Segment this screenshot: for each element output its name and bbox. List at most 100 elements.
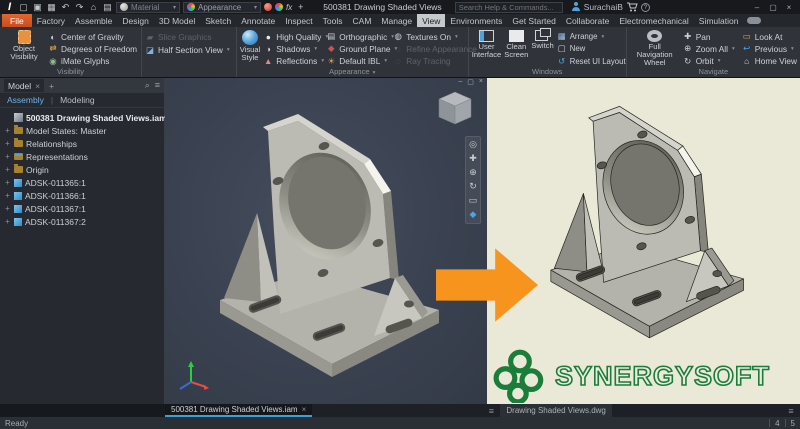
orbit-button[interactable]: ↻ Orbit ▾ — [683, 56, 739, 67]
nav-pan-icon[interactable]: ✚ — [469, 154, 477, 164]
restore-button[interactable]: ▢ — [766, 3, 780, 12]
add-browser-tab-button[interactable]: + — [49, 81, 54, 91]
minimize-button[interactable]: – — [750, 3, 764, 12]
degrees-of-freedom-button[interactable]: ⇄ Degrees of Freedom — [48, 43, 137, 54]
expand-icon[interactable]: + — [4, 191, 11, 200]
tree-item-model-states[interactable]: + Model States: Master — [0, 124, 164, 137]
search-icon[interactable]: ⌕ — [145, 80, 150, 91]
tab-assemble[interactable]: Assemble — [70, 14, 117, 27]
doc-close-button[interactable]: × — [479, 78, 483, 86]
close-icon[interactable]: × — [35, 81, 40, 91]
nav-wheel-icon[interactable]: ◎ — [469, 140, 477, 150]
expand-icon[interactable]: + — [4, 152, 11, 161]
doc-minimize-button[interactable]: – — [458, 78, 462, 86]
tree-item-part-4[interactable]: + ADSK-011367:2 — [0, 215, 164, 228]
object-visibility-button[interactable]: Object Visibility — [3, 29, 45, 67]
canvas-tab-menu-icon[interactable]: ≡ — [782, 404, 800, 417]
drawing-view-panel[interactable]: SYNERGYSOFT — [487, 78, 800, 404]
tab-cam[interactable]: CAM — [348, 14, 377, 27]
pan-button[interactable]: ✚ Pan — [683, 31, 739, 42]
nav-camera-icon[interactable]: ◆ — [470, 210, 477, 220]
refine-appearance-button[interactable]: ◌ Refine Appearance — [393, 43, 477, 54]
appearance-dropdown[interactable]: Appearance ▾ — [183, 2, 261, 13]
expand-icon[interactable]: + — [4, 165, 11, 174]
close-button[interactable]: × — [782, 3, 796, 12]
search-input[interactable] — [455, 2, 563, 13]
imate-glyphs-button[interactable]: ◉ iMate Glyphs — [48, 56, 137, 67]
tab-collaborate[interactable]: Collaborate — [561, 14, 614, 27]
subtab-assembly[interactable]: Assembly — [7, 95, 44, 105]
ground-plane-button[interactable]: ◆ Ground Plane ▾ — [326, 43, 390, 54]
subtab-modeling[interactable]: Modeling — [60, 95, 95, 105]
user-interface-button[interactable]: User Interface — [472, 29, 502, 67]
tab-tools[interactable]: Tools — [318, 14, 348, 27]
tab-design[interactable]: Design — [117, 14, 153, 27]
clean-screen-button[interactable]: Clean Screen — [504, 29, 528, 67]
adjust-appearance-icon[interactable] — [275, 3, 283, 11]
high-quality-button[interactable]: ● High Quality ▾ — [263, 31, 323, 42]
default-ibl-button[interactable]: ☀ Default IBL ▾ — [326, 56, 390, 67]
browser-menu-icon[interactable]: ≡ — [155, 80, 160, 91]
switch-button[interactable]: Switch — [531, 29, 553, 67]
tab-electromechanical[interactable]: Electromechanical — [614, 14, 693, 27]
new-file-icon[interactable]: ▢ — [18, 1, 29, 13]
viewport-tab-menu-icon[interactable]: ≡ — [482, 404, 500, 417]
redo-icon[interactable]: ↷ — [74, 1, 85, 13]
doc-tab-iam[interactable]: 500381 Drawing Shaded Views.iam × — [165, 404, 312, 417]
close-icon[interactable]: × — [302, 405, 307, 414]
tab-3d-model[interactable]: 3D Model — [154, 14, 200, 27]
tab-inspect[interactable]: Inspect — [280, 14, 317, 27]
tab-manage[interactable]: Manage — [376, 14, 417, 27]
save-icon[interactable]: ▦ — [46, 1, 57, 13]
tab-annotate[interactable]: Annotate — [236, 14, 280, 27]
center-of-gravity-button[interactable]: ◐ Center of Gravity — [48, 31, 137, 42]
tab-view[interactable]: View — [417, 14, 445, 27]
expand-icon[interactable]: + — [4, 217, 11, 226]
look-at-button[interactable]: ▭ Look At — [742, 31, 797, 42]
material-dropdown[interactable]: Material ▾ — [116, 2, 180, 13]
tab-environments[interactable]: Environments — [445, 14, 507, 27]
view-cube[interactable] — [433, 86, 477, 130]
arrange-button[interactable]: ▦ Arrange ▾ — [557, 31, 626, 42]
open-icon[interactable]: ▣ — [32, 1, 43, 13]
previous-view-button[interactable]: ↩ Previous ▾ — [742, 43, 797, 54]
doc-tab-dwg[interactable]: Drawing Shaded Views.dwg — [500, 404, 611, 417]
tree-root-assembly[interactable]: 500381 Drawing Shaded Views.iam — [0, 111, 164, 124]
shadows-button[interactable]: ◑ Shadows ▾ — [263, 43, 323, 54]
tree-item-part-3[interactable]: + ADSK-011367:1 — [0, 202, 164, 215]
doc-restore-button[interactable]: ▢ — [467, 78, 474, 86]
slice-graphics-button[interactable]: ▰ Slice Graphics — [145, 31, 230, 43]
reflections-button[interactable]: ▲ Reflections ▾ — [263, 56, 323, 67]
nav-orbit-icon[interactable]: ↻ — [469, 182, 477, 192]
tab-file[interactable]: File — [2, 14, 32, 27]
home-view-button[interactable]: ⌂ Home View — [742, 56, 797, 67]
3d-viewport[interactable]: – ▢ × ◎ ✚ ⊕ ↻ ▭ ◆ — [165, 78, 487, 404]
cart-icon[interactable] — [626, 2, 638, 12]
expand-icon[interactable]: + — [4, 204, 11, 213]
tree-item-relationships[interactable]: + Relationships — [0, 137, 164, 150]
zoom-all-button[interactable]: ⊕ Zoom All ▾ — [683, 43, 739, 54]
tab-factory[interactable]: Factory — [32, 14, 70, 27]
tab-simulation[interactable]: Simulation — [694, 14, 744, 27]
half-section-view-button[interactable]: ◪ Half Section View ▾ — [145, 44, 230, 56]
tree-item-representations[interactable]: + Representations — [0, 150, 164, 163]
nav-look-at-icon[interactable]: ▭ — [469, 196, 478, 206]
browser-tab-model[interactable]: Model × — [4, 79, 44, 92]
nav-zoom-icon[interactable]: ⊕ — [469, 168, 477, 178]
ray-tracing-button[interactable]: ◌ Ray Tracing — [393, 56, 477, 67]
tab-get-started[interactable]: Get Started — [507, 14, 560, 27]
screen-recorder-icon[interactable] — [747, 17, 761, 24]
expand-icon[interactable]: + — [4, 126, 11, 135]
tree-item-origin[interactable]: + Origin — [0, 163, 164, 176]
help-icon[interactable]: ? — [641, 3, 650, 12]
orthographic-button[interactable]: ▤ Orthographic ▾ — [326, 31, 390, 42]
tab-sketch[interactable]: Sketch — [200, 14, 236, 27]
undo-icon[interactable]: ↶ — [60, 1, 71, 13]
parameters-fx-icon[interactable]: fx — [286, 3, 292, 12]
clear-appearance-icon[interactable] — [264, 3, 272, 11]
textures-on-button[interactable]: ◍ Textures On ▾ — [393, 31, 477, 42]
tree-item-part-1[interactable]: + ADSK-011365:1 — [0, 176, 164, 189]
visual-style-button[interactable]: Visual Style — [240, 29, 261, 67]
home-icon[interactable]: ⌂ — [88, 1, 99, 13]
tree-item-part-2[interactable]: + ADSK-011366:1 — [0, 189, 164, 202]
